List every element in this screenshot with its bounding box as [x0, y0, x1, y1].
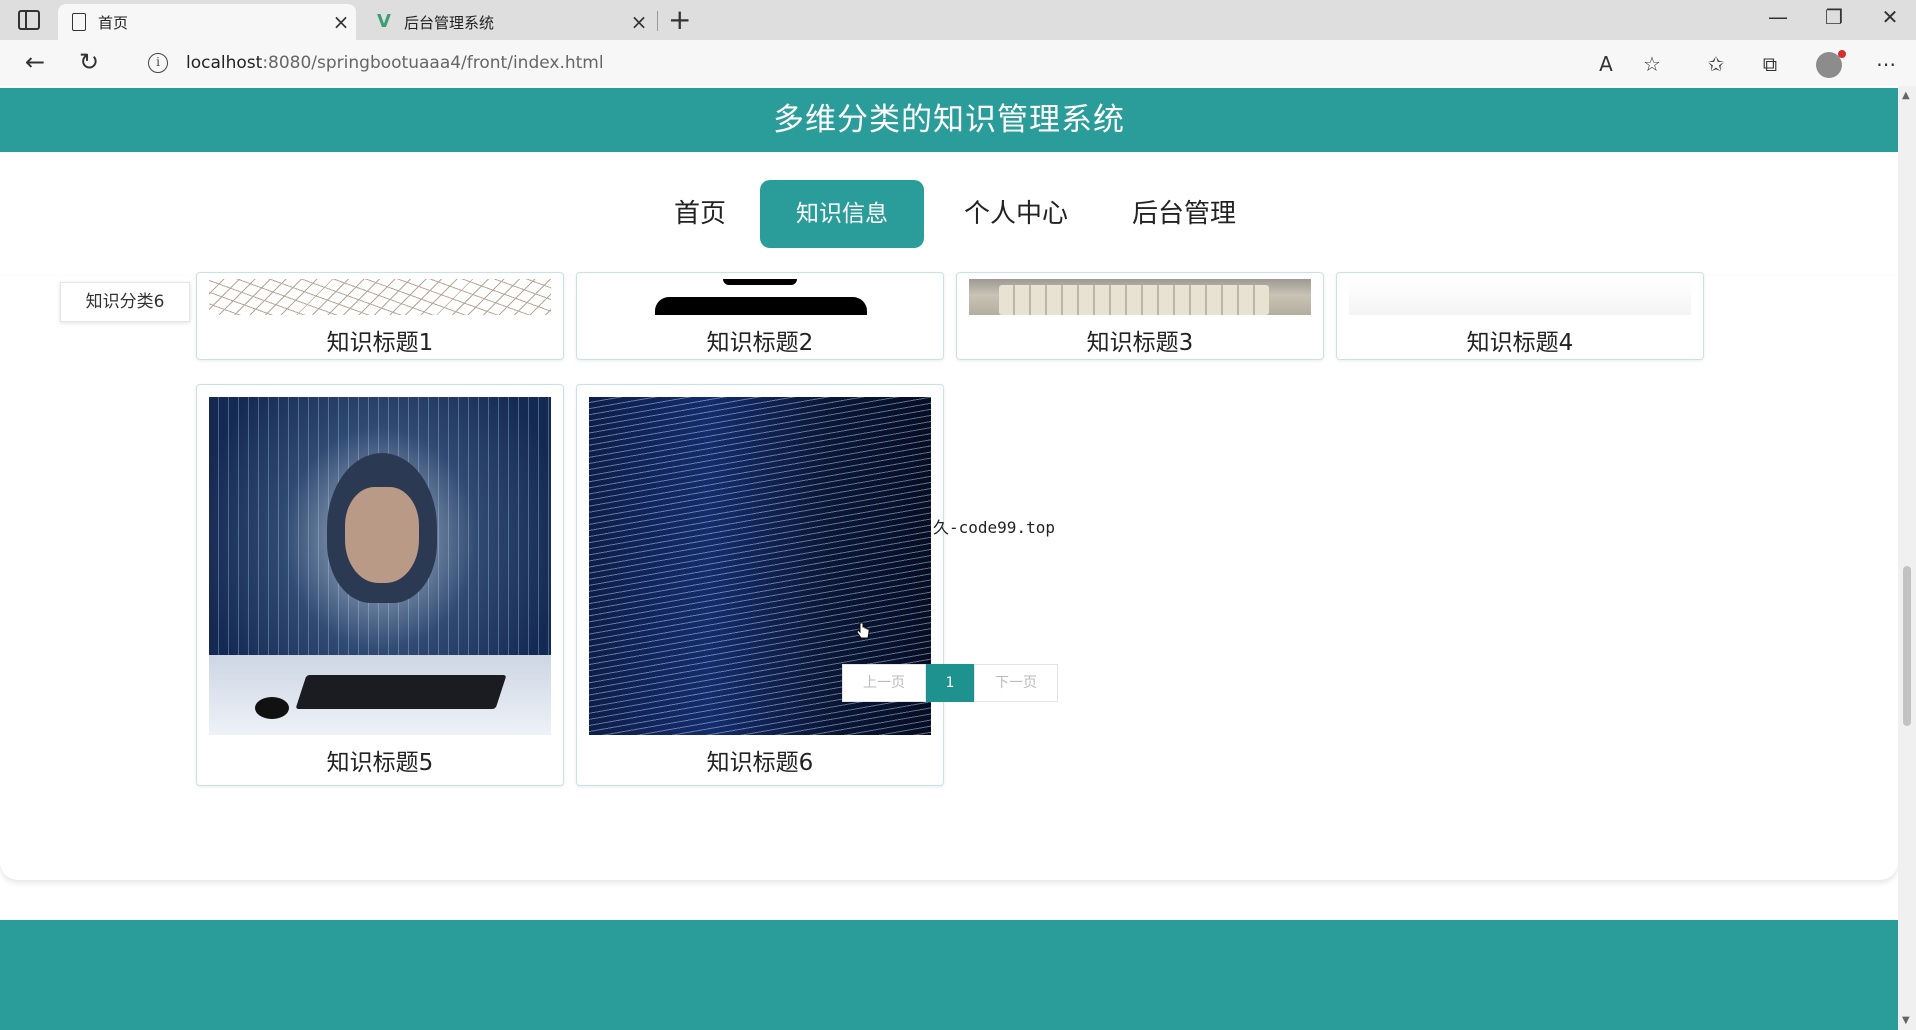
close-tab-icon[interactable]: × — [624, 10, 654, 34]
favorites-list-icon[interactable]: ✩ — [1702, 50, 1730, 78]
url-host: localhost — [186, 53, 263, 73]
tab-separator — [657, 11, 658, 31]
card-thumbnail — [209, 397, 551, 735]
more-menu-icon[interactable]: ⋯ — [1872, 50, 1900, 78]
minimize-icon[interactable]: — — [1758, 5, 1798, 29]
site-footer — [0, 920, 1898, 1030]
document-icon — [72, 13, 86, 31]
collections-icon[interactable]: ⧉ — [1756, 50, 1784, 78]
hand-cursor-icon — [856, 622, 870, 639]
card-thumbnail — [1349, 279, 1691, 315]
overlay-text: 久-code99.top — [933, 518, 1055, 537]
card-thumbnail — [589, 279, 931, 315]
knowledge-card[interactable]: 知识标题4 — [1336, 272, 1704, 360]
card-title: 知识标题6 — [706, 750, 814, 776]
card-thumbnail — [209, 279, 551, 315]
info-icon[interactable]: i — [148, 53, 168, 73]
nav-item-home[interactable]: 首页 — [640, 180, 760, 248]
back-icon[interactable]: ← — [20, 48, 50, 76]
url-path: :8080/springbootuaaa4/front/index.html — [262, 53, 604, 73]
page-scrollbar[interactable]: ▲ ▼ — [1898, 86, 1916, 1030]
knowledge-card[interactable]: 知识标题2 — [576, 272, 944, 360]
restore-icon[interactable]: ❐ — [1814, 5, 1854, 29]
new-tab-icon[interactable]: + — [668, 3, 691, 36]
card-title: 知识标题4 — [1466, 330, 1574, 356]
card-title: 知识标题3 — [1086, 330, 1194, 356]
knowledge-card[interactable]: 知识标题5 — [196, 384, 564, 786]
card-thumbnail — [969, 279, 1311, 315]
tab-title: 首页 — [98, 13, 129, 32]
url-field[interactable]: i localhost:8080/springbootuaaa4/front/i… — [130, 45, 1680, 81]
address-bar: ← ↻ i localhost:8080/springbootuaaa4/fro… — [0, 40, 1916, 86]
profile-avatar-icon[interactable] — [1816, 50, 1846, 78]
pagination: 上一页 1 下一页 — [842, 664, 1058, 702]
close-window-icon[interactable]: ✕ — [1870, 5, 1910, 29]
refresh-icon[interactable]: ↻ — [74, 48, 104, 76]
browser-tab-admin[interactable]: V 后台管理系统 × — [362, 4, 654, 40]
scroll-down-icon[interactable]: ▼ — [1902, 1015, 1910, 1026]
card-title: 知识标题2 — [706, 330, 814, 356]
sidebar-toggle-icon[interactable] — [18, 10, 40, 30]
close-tab-icon[interactable]: × — [326, 10, 356, 34]
tab-title: 后台管理系统 — [404, 13, 495, 32]
category-tab[interactable]: 知识分类6 — [60, 282, 190, 322]
vue-logo-icon: V — [377, 11, 391, 32]
main-nav: 首页 知识信息 个人中心 后台管理 — [640, 180, 1260, 248]
scroll-thumb[interactable] — [1903, 566, 1911, 726]
knowledge-card[interactable]: 知识标题6 — [576, 384, 944, 786]
site-title: 多维分类的知识管理系统 — [0, 88, 1898, 152]
browser-tab-home[interactable]: 首页 × — [58, 4, 356, 40]
knowledge-card[interactable]: 知识标题3 — [956, 272, 1324, 360]
nav-item-knowledge[interactable]: 知识信息 — [760, 180, 924, 248]
nav-item-personal-center[interactable]: 个人中心 — [924, 180, 1108, 248]
page-viewport: 多维分类的知识管理系统 首页 知识信息 个人中心 后台管理 知识分类6 知识标题… — [0, 86, 1898, 1030]
card-title: 知识标题1 — [326, 330, 434, 356]
card-title: 知识标题5 — [326, 750, 434, 776]
prev-page-button[interactable]: 上一页 — [842, 664, 926, 702]
page-number-button[interactable]: 1 — [926, 664, 974, 702]
browser-tab-bar: 首页 × V 后台管理系统 × + — ❐ ✕ — [0, 0, 1916, 40]
knowledge-card[interactable]: 知识标题1 — [196, 272, 564, 360]
read-aloud-icon[interactable]: A — [1592, 50, 1620, 78]
favorite-icon[interactable]: ☆ — [1638, 50, 1666, 78]
next-page-button[interactable]: 下一页 — [974, 664, 1058, 702]
nav-item-admin[interactable]: 后台管理 — [1108, 180, 1260, 248]
scroll-up-icon[interactable]: ▲ — [1902, 90, 1910, 101]
